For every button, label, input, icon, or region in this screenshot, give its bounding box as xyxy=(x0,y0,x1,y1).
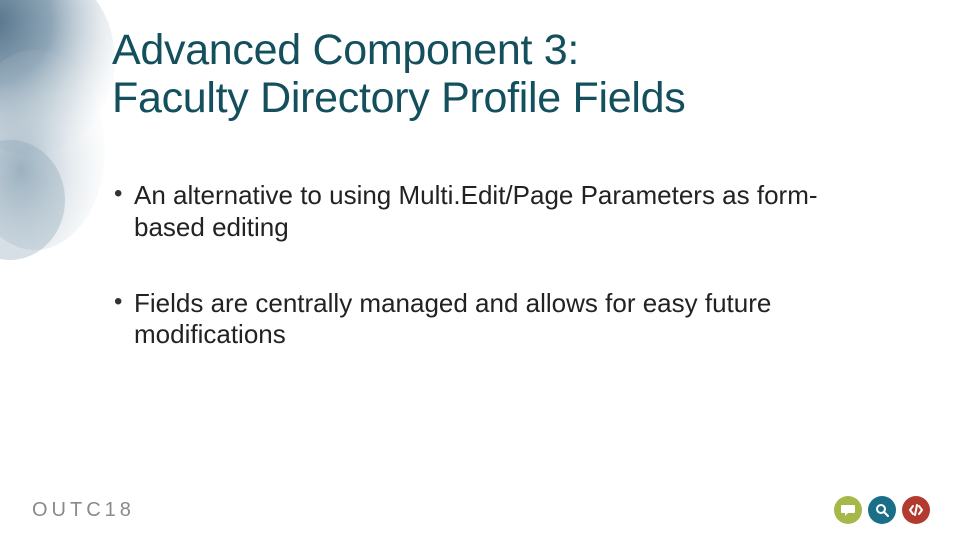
slide: Advanced Component 3: Faculty Directory … xyxy=(0,0,960,540)
list-item: An alternative to using Multi.Edit/Page … xyxy=(112,180,872,243)
slide-content: Advanced Component 3: Faculty Directory … xyxy=(112,26,872,395)
footer-logo-text: OUTC18 xyxy=(32,499,135,521)
bullet-text: An alternative to using Multi.Edit/Page … xyxy=(134,180,818,242)
footer-icons xyxy=(834,496,930,524)
footer-logo: OUTC18 xyxy=(32,499,135,522)
speech-bubble-icon xyxy=(834,496,862,524)
bullet-list: An alternative to using Multi.Edit/Page … xyxy=(112,180,872,351)
bullet-text: Fields are centrally managed and allows … xyxy=(134,288,771,350)
slide-title: Advanced Component 3: Faculty Directory … xyxy=(112,26,872,122)
title-line-1: Advanced Component 3: xyxy=(112,26,872,74)
code-icon xyxy=(902,496,930,524)
list-item: Fields are centrally managed and allows … xyxy=(112,288,872,351)
search-icon xyxy=(868,496,896,524)
watercolor-decor xyxy=(0,0,115,270)
title-line-2: Faculty Directory Profile Fields xyxy=(112,74,872,122)
